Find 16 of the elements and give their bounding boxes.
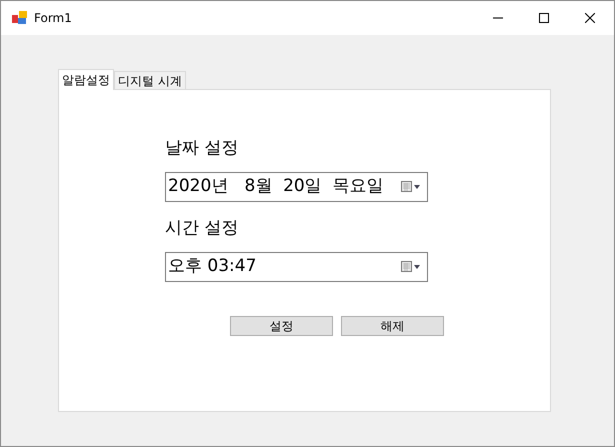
- window-title: Form1: [34, 10, 72, 27]
- tab[interactable]: 알람설정: [58, 69, 114, 90]
- action-button[interactable]: 해제: [341, 316, 444, 336]
- time-picker[interactable]: 오후 03:47: [165, 252, 428, 282]
- picker-value: 오후 03:47: [168, 255, 256, 278]
- action-button[interactable]: 설정: [230, 316, 333, 336]
- tab[interactable]: 디지털 시계: [114, 71, 186, 89]
- picker-value: 2020년 8월 20일 목요일: [168, 175, 384, 198]
- date-label: 날짜 설정: [165, 137, 240, 160]
- calendar-dropdown-icon[interactable]: [401, 261, 421, 273]
- close-icon: [585, 13, 595, 23]
- calendar-dropdown-icon[interactable]: [401, 181, 421, 193]
- time-label: 시간 설정: [165, 217, 240, 240]
- date-picker[interactable]: 2020년 8월 20일 목요일: [165, 172, 428, 202]
- app-icon: [12, 11, 28, 25]
- maximize-icon: [539, 13, 549, 23]
